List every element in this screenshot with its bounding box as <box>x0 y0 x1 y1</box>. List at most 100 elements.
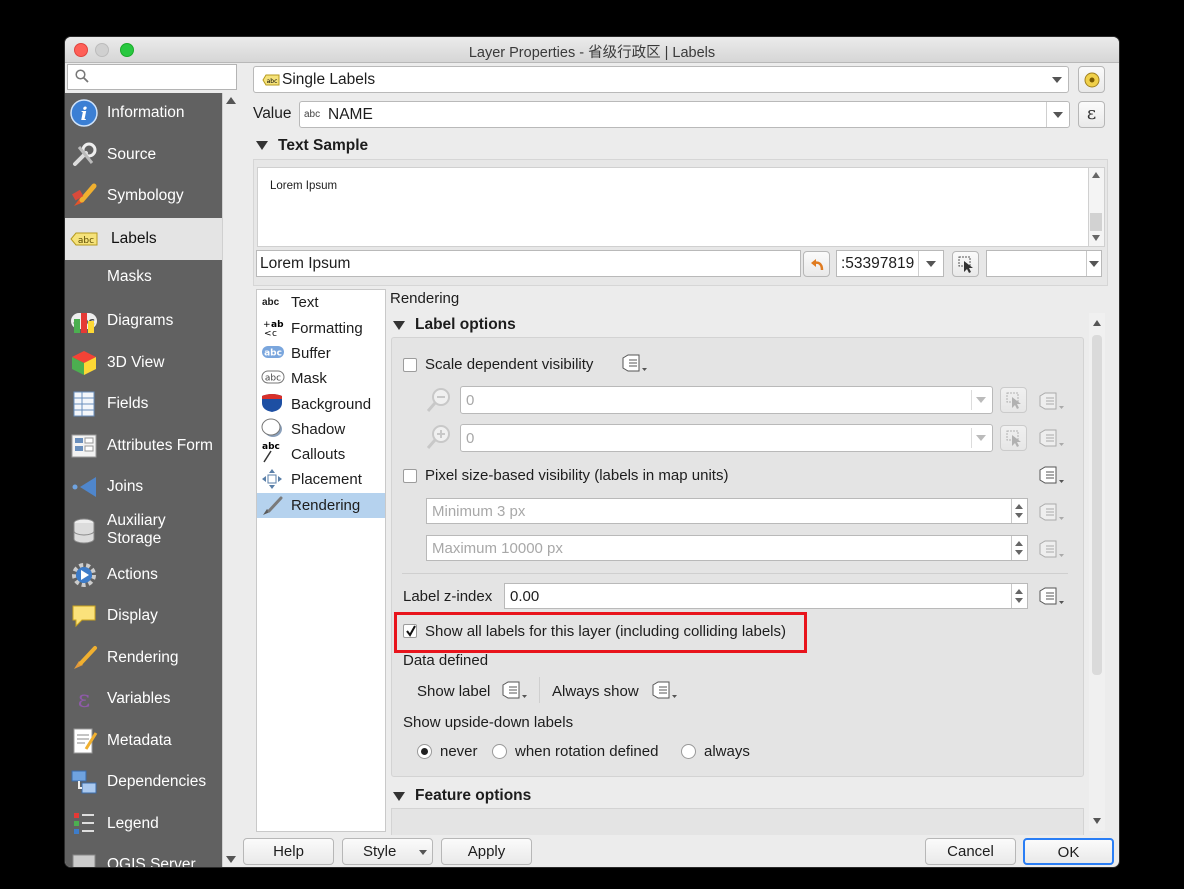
spinbox-arrows-icon[interactable] <box>1011 584 1027 608</box>
sidebar-item-diagrams[interactable]: Diagrams <box>65 301 222 341</box>
preview-scale-combo[interactable]: :53397819 <box>836 250 944 277</box>
sample-text-input[interactable]: Lorem Ipsum <box>256 250 801 277</box>
spinbox-arrows-icon[interactable] <box>1011 536 1027 560</box>
sidebar-item-label: Auxiliary Storage <box>107 512 166 547</box>
map-scale-button[interactable] <box>952 251 979 277</box>
sidebar-item-variables[interactable]: ε Variables <box>65 679 222 719</box>
collapse-triangle-icon[interactable] <box>256 141 268 150</box>
upside-down-never-radio[interactable] <box>417 744 432 759</box>
scale-dependent-label: Scale dependent visibility <box>425 356 594 373</box>
sidebar-item-source[interactable]: Source <box>65 135 222 175</box>
upside-down-rotation-radio[interactable] <box>492 744 507 759</box>
expression-button[interactable]: ε <box>1078 101 1105 128</box>
ok-button[interactable]: OK <box>1023 838 1114 865</box>
auto-placement-settings-button[interactable] <box>1078 66 1105 93</box>
label-tabs-list: abc Text + ab < c Formatting abc Buffer abc… <box>256 289 386 832</box>
maximum-pixel-size-spinbox[interactable]: Maximum 10000 px <box>426 535 1028 561</box>
sample-text-value: Lorem Ipsum <box>260 255 351 272</box>
style-button[interactable]: Style <box>342 838 433 865</box>
scroll-up-arrow-icon[interactable] <box>226 97 236 104</box>
scrollbar-thumb[interactable] <box>1092 335 1102 675</box>
chevron-down-icon <box>1052 76 1062 83</box>
sidebar-item-auxiliary-storage[interactable]: Auxiliary Storage <box>65 509 222 553</box>
spinbox-arrows-icon[interactable] <box>1011 499 1027 523</box>
scale-dependent-checkbox[interactable] <box>403 358 417 372</box>
label-mode-combo[interactable]: abc Single Labels <box>253 66 1069 93</box>
sidebar-item-fields[interactable]: Fields <box>65 384 222 424</box>
data-defined-override-icon[interactable] <box>650 681 682 701</box>
chevron-down-icon <box>926 260 936 267</box>
label-options-heading[interactable]: Label options <box>415 316 516 334</box>
search-input[interactable] <box>67 64 237 90</box>
rendering-tab-icon <box>263 496 283 515</box>
collapse-triangle-icon[interactable] <box>393 321 405 330</box>
sidebar-item-label: Source <box>107 146 157 163</box>
current-map-scale-button[interactable] <box>1000 387 1027 413</box>
label-settings-icon <box>1084 72 1100 88</box>
sidebar-item-legend[interactable]: Legend <box>65 804 222 844</box>
sidebar-item-3d-view[interactable]: 3D View <box>65 343 222 383</box>
tab-formatting[interactable]: Formatting <box>291 320 363 337</box>
tab-buffer[interactable]: Buffer <box>291 345 331 362</box>
sidebar-item-dependencies[interactable]: Dependencies <box>65 762 222 802</box>
title-bar: Layer Properties - 省级行政区 | Labels <box>65 37 1119 63</box>
sidebar-item-information[interactable]: i Information <box>65 93 222 133</box>
preview-scrollbar[interactable] <box>1088 167 1105 247</box>
data-defined-override-icon[interactable] <box>1037 466 1069 486</box>
data-defined-override-icon[interactable] <box>1037 429 1069 449</box>
rendering-scrollbar[interactable] <box>1089 313 1105 831</box>
data-defined-override-icon[interactable] <box>1037 540 1069 560</box>
text-sample-heading[interactable]: Text Sample <box>278 137 368 155</box>
tab-background[interactable]: Background <box>291 396 371 413</box>
upside-down-always-radio[interactable] <box>681 744 696 759</box>
tab-text[interactable]: Text <box>291 294 319 311</box>
sidebar-item-display[interactable]: Display <box>65 596 222 636</box>
pixel-size-visibility-checkbox[interactable] <box>403 469 417 483</box>
data-defined-override-icon[interactable] <box>500 681 532 701</box>
divider <box>402 573 1068 574</box>
data-defined-override-icon[interactable] <box>1037 392 1069 412</box>
fields-icon <box>73 391 95 417</box>
data-defined-override-icon[interactable] <box>620 354 652 374</box>
tab-callouts[interactable]: Callouts <box>291 446 345 463</box>
tab-mask[interactable]: Mask <box>291 370 327 387</box>
sidebar-item-qgis-server[interactable]: QGIS Server <box>65 845 222 867</box>
collapse-triangle-icon[interactable] <box>393 792 405 801</box>
current-map-scale-button[interactable] <box>1000 425 1027 451</box>
sidebar-item-joins[interactable]: Joins <box>65 467 222 507</box>
sidebar-item-attributes-form[interactable]: Attributes Form <box>65 426 222 466</box>
tab-placement[interactable]: Placement <box>291 471 362 488</box>
feature-options-heading[interactable]: Feature options <box>415 787 531 805</box>
apply-button[interactable]: Apply <box>441 838 532 865</box>
sidebar-item-symbology[interactable]: Symbology <box>65 176 222 216</box>
scroll-down-arrow-icon[interactable] <box>226 856 236 863</box>
label-z-index-value: 0.00 <box>510 588 540 605</box>
scroll-down-arrow-icon[interactable] <box>1093 818 1101 824</box>
dialog-button-bar: Help Style Apply Cancel OK <box>237 834 1119 867</box>
data-defined-override-icon[interactable] <box>1037 503 1069 523</box>
value-field-combo[interactable]: abc NAME <box>299 101 1070 128</box>
sidebar-item-metadata[interactable]: Metadata <box>65 721 222 761</box>
cancel-button[interactable]: Cancel <box>925 838 1016 865</box>
background-color-combo[interactable] <box>986 250 1102 277</box>
minimum-scale-combo[interactable]: 0 <box>460 386 993 414</box>
help-button[interactable]: Help <box>243 838 334 865</box>
label-z-index-spinbox[interactable]: 0.00 <box>504 583 1028 609</box>
zoom-out-icon <box>426 388 450 412</box>
divider <box>539 677 540 703</box>
sidebar-item-rendering[interactable]: Rendering <box>65 638 222 678</box>
database-icon <box>73 518 95 544</box>
minimum-pixel-size-spinbox[interactable]: Minimum 3 px <box>426 498 1028 524</box>
maximum-scale-combo[interactable]: 0 <box>460 424 993 452</box>
reset-sample-text-button[interactable] <box>803 251 830 277</box>
tab-shadow[interactable]: Shadow <box>291 421 345 438</box>
scroll-up-arrow-icon[interactable] <box>1093 320 1101 326</box>
sidebar-item-labels[interactable]: abc Labels <box>65 218 222 260</box>
sidebar-item-actions[interactable]: Actions <box>65 555 222 595</box>
sidebar-scrollbar[interactable] <box>222 93 238 867</box>
show-all-labels-checkbox[interactable] <box>403 624 417 638</box>
data-defined-override-icon[interactable] <box>1037 587 1069 607</box>
checkmark-icon <box>406 625 416 637</box>
info-icon: i <box>70 99 98 127</box>
tab-rendering-selected[interactable]: Rendering <box>257 493 385 518</box>
